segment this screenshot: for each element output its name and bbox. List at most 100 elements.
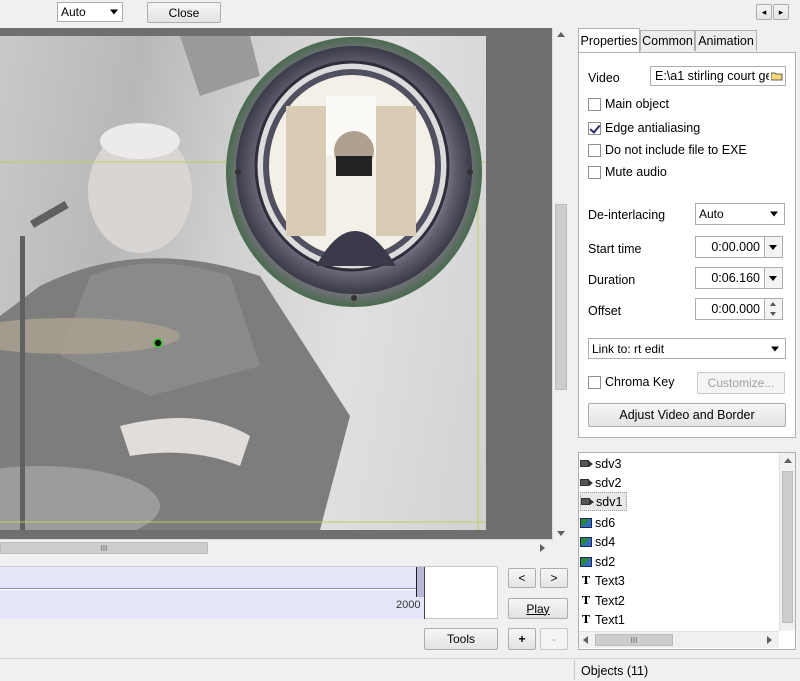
list-item-label: sd4	[595, 534, 616, 549]
list-item-label: sd6	[595, 515, 616, 530]
list-item[interactable]: sdv1	[580, 492, 628, 511]
exclude-file-checkbox[interactable]: Do not include file to EXE	[588, 143, 747, 157]
add-object-button[interactable]: +	[508, 628, 536, 650]
list-item[interactable]: sdv3	[580, 454, 621, 473]
zoom-select[interactable]: Auto	[57, 2, 123, 22]
scroll-up-icon[interactable]	[784, 458, 792, 463]
start-time-value: 0:00.000	[711, 240, 760, 254]
chevron-down-icon	[770, 211, 778, 217]
objects-count: Objects (11)	[581, 664, 649, 678]
list-item[interactable]: sd2	[580, 552, 615, 571]
play-button[interactable]: Play	[508, 598, 568, 619]
text-icon: T	[581, 574, 591, 587]
timeline-marker-label: 2000	[396, 599, 421, 611]
edge-antialiasing-checkbox[interactable]: Edge antialiasing	[588, 121, 700, 135]
video-icon	[580, 460, 593, 467]
remove-object-button[interactable]: -	[540, 628, 568, 650]
start-time-label: Start time	[588, 242, 642, 256]
canvas-hscroll[interactable]: III	[0, 539, 552, 556]
list-item[interactable]: T Text1	[580, 610, 625, 629]
objects-hscroll[interactable]: III	[579, 631, 779, 648]
spinner-arrows-icon[interactable]	[764, 299, 782, 319]
checkbox-box[interactable]	[588, 375, 601, 389]
scroll-right-icon[interactable]	[767, 636, 772, 644]
duration-value: 0:06.160	[711, 271, 760, 285]
video-path-value: E:\a1 stirling court ger	[655, 69, 777, 83]
offset-field[interactable]: 0:00.000	[695, 298, 783, 320]
chroma-key-checkbox[interactable]: Chroma Key	[588, 375, 674, 389]
scroll-grip: III	[630, 635, 638, 645]
list-item[interactable]: T Text2	[580, 591, 625, 610]
duration-field[interactable]: 0:06.160	[695, 267, 783, 289]
image-icon	[580, 556, 592, 567]
chevron-down-icon	[110, 9, 118, 15]
timeline-cursor[interactable]	[416, 567, 424, 597]
folder-open-icon[interactable]	[769, 67, 785, 85]
canvas-area[interactable]	[0, 28, 552, 542]
checkbox-box[interactable]	[588, 97, 601, 111]
video-icon	[581, 498, 594, 505]
tab-properties[interactable]: Properties	[578, 28, 640, 52]
list-item[interactable]: sd4	[580, 532, 615, 551]
chevron-down-icon[interactable]	[764, 237, 782, 257]
main-object-label: Main object	[605, 97, 669, 111]
slide-preview[interactable]	[0, 36, 486, 530]
video-path-field[interactable]: E:\a1 stirling court ger	[650, 66, 786, 86]
timeline[interactable]: 2000	[0, 566, 498, 619]
list-item-label: sd2	[595, 554, 616, 569]
list-item[interactable]: T Text3	[580, 571, 625, 590]
tab-animation[interactable]: Animation	[695, 30, 757, 51]
timeline-track-bottom[interactable]	[0, 590, 424, 619]
next-frame-button[interactable]: >	[540, 568, 568, 588]
objects-vscroll[interactable]	[779, 453, 795, 631]
nav-next-button[interactable]: ▸	[773, 4, 789, 20]
adjust-video-border-button[interactable]: Adjust Video and Border	[588, 403, 786, 427]
scroll-right-icon[interactable]	[540, 544, 545, 552]
list-item-label: sdv2	[595, 475, 622, 490]
list-item[interactable]: sdv2	[580, 473, 621, 492]
timeline-end-line	[424, 567, 425, 619]
customize-button[interactable]: Customize...	[697, 372, 785, 394]
list-item-label: sdv1	[596, 494, 623, 509]
mute-audio-checkbox[interactable]: Mute audio	[588, 165, 667, 179]
checkbox-box[interactable]	[588, 165, 601, 179]
edge-antialiasing-label: Edge antialiasing	[605, 121, 701, 135]
objects-hscroll-thumb[interactable]: III	[595, 634, 673, 646]
checkbox-box[interactable]	[588, 121, 601, 135]
offset-value: 0:00.000	[711, 302, 760, 316]
timeline-track-top[interactable]	[0, 567, 424, 589]
tab-common[interactable]: Common	[640, 30, 695, 51]
prev-frame-button[interactable]: <	[508, 568, 536, 588]
deinterlacing-select[interactable]: Auto	[695, 203, 785, 225]
list-item-label: Text2	[595, 593, 625, 608]
scroll-left-icon[interactable]	[583, 636, 588, 644]
objects-vscroll-thumb[interactable]	[782, 471, 793, 623]
text-icon: T	[581, 613, 591, 626]
deinterlacing-value: Auto	[699, 207, 724, 221]
deinterlacing-label: De-interlacing	[588, 208, 666, 222]
tools-button[interactable]: Tools	[424, 628, 498, 650]
zoom-select-value: Auto	[61, 5, 86, 19]
video-label: Video	[588, 71, 620, 85]
link-to-select[interactable]: Link to: rt edit	[588, 338, 786, 359]
image-icon	[580, 536, 592, 547]
scroll-grip: III	[100, 543, 108, 553]
main-object-checkbox[interactable]: Main object	[588, 97, 669, 111]
list-item[interactable]: sd6	[580, 513, 615, 532]
scroll-down-icon[interactable]	[557, 531, 565, 536]
video-icon	[580, 479, 593, 486]
checkbox-box[interactable]	[588, 143, 601, 157]
porthole-video-object[interactable]	[226, 36, 486, 316]
start-time-field[interactable]: 0:00.000	[695, 236, 783, 258]
canvas-hscroll-thumb[interactable]: III	[0, 542, 208, 554]
nav-prev-button[interactable]: ◂	[756, 4, 772, 20]
link-to-value: Link to: rt edit	[592, 341, 665, 356]
close-button[interactable]: Close	[147, 2, 221, 23]
list-item-label: sdv3	[595, 456, 622, 471]
canvas-vscroll[interactable]	[552, 28, 569, 542]
chevron-down-icon[interactable]	[764, 268, 782, 288]
canvas-vscroll-thumb[interactable]	[555, 204, 567, 390]
offset-label: Offset	[588, 304, 622, 318]
scroll-up-icon[interactable]	[557, 32, 565, 37]
mute-audio-label: Mute audio	[605, 165, 667, 179]
